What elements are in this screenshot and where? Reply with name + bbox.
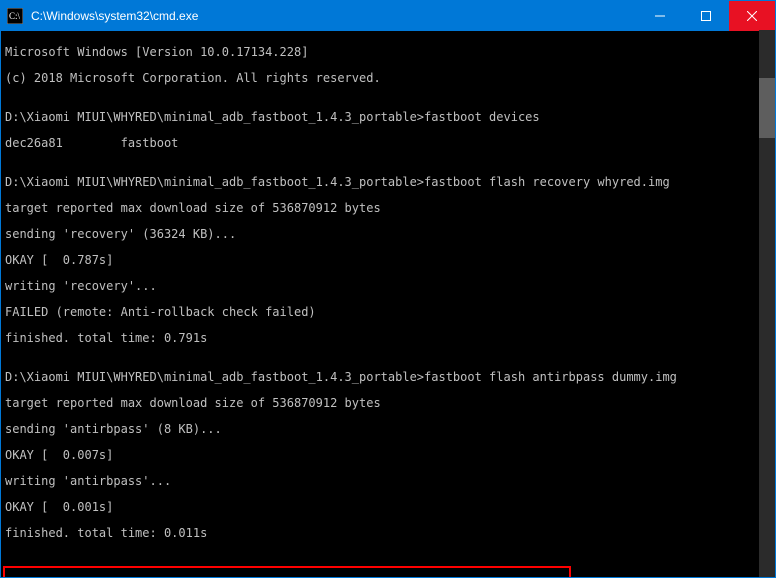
highlighted-section: D:\Xiaomi MIUI\WHYRED\minimal_adb_fastbo… bbox=[3, 566, 571, 577]
output-line: D:\Xiaomi MIUI\WHYRED\minimal_adb_fastbo… bbox=[5, 176, 771, 189]
output-line: finished. total time: 0.011s bbox=[5, 527, 771, 540]
output-line: OKAY [ 0.007s] bbox=[5, 449, 771, 462]
output-line: finished. total time: 0.791s bbox=[5, 332, 771, 345]
window-title: C:\Windows\system32\cmd.exe bbox=[29, 9, 637, 23]
cmd-window: C:\ C:\Windows\system32\cmd.exe Microsof… bbox=[0, 0, 776, 578]
svg-text:C:\: C:\ bbox=[9, 11, 21, 21]
output-line: D:\Xiaomi MIUI\WHYRED\minimal_adb_fastbo… bbox=[5, 371, 771, 384]
output-line: D:\Xiaomi MIUI\WHYRED\minimal_adb_fastbo… bbox=[5, 111, 771, 124]
minimize-button[interactable] bbox=[637, 1, 683, 31]
output-line: OKAY [ 0.001s] bbox=[5, 501, 771, 514]
output-line: OKAY [ 0.787s] bbox=[5, 254, 771, 267]
maximize-button[interactable] bbox=[683, 1, 729, 31]
vertical-scrollbar[interactable] bbox=[759, 30, 775, 577]
output-line: FAILED (remote: Anti-rollback check fail… bbox=[5, 306, 771, 319]
output-line: sending 'antirbpass' (8 KB)... bbox=[5, 423, 771, 436]
window-controls bbox=[637, 1, 775, 31]
titlebar[interactable]: C:\ C:\Windows\system32\cmd.exe bbox=[1, 1, 775, 31]
output-line: sending 'recovery' (36324 KB)... bbox=[5, 228, 771, 241]
output-line: target reported max download size of 536… bbox=[5, 202, 771, 215]
output-line: target reported max download size of 536… bbox=[5, 397, 771, 410]
output-line: dec26a81 fastboot bbox=[5, 137, 771, 150]
scrollbar-track[interactable] bbox=[759, 30, 775, 577]
cmd-app-icon: C:\ bbox=[7, 8, 23, 24]
output-line: (c) 2018 Microsoft Corporation. All righ… bbox=[5, 72, 771, 85]
output-line: Microsoft Windows [Version 10.0.17134.22… bbox=[5, 46, 771, 59]
output-line: writing 'recovery'... bbox=[5, 280, 771, 293]
output-line: writing 'antirbpass'... bbox=[5, 475, 771, 488]
scrollbar-thumb[interactable] bbox=[759, 78, 775, 138]
terminal-output[interactable]: Microsoft Windows [Version 10.0.17134.22… bbox=[1, 31, 775, 577]
close-button[interactable] bbox=[729, 1, 775, 31]
